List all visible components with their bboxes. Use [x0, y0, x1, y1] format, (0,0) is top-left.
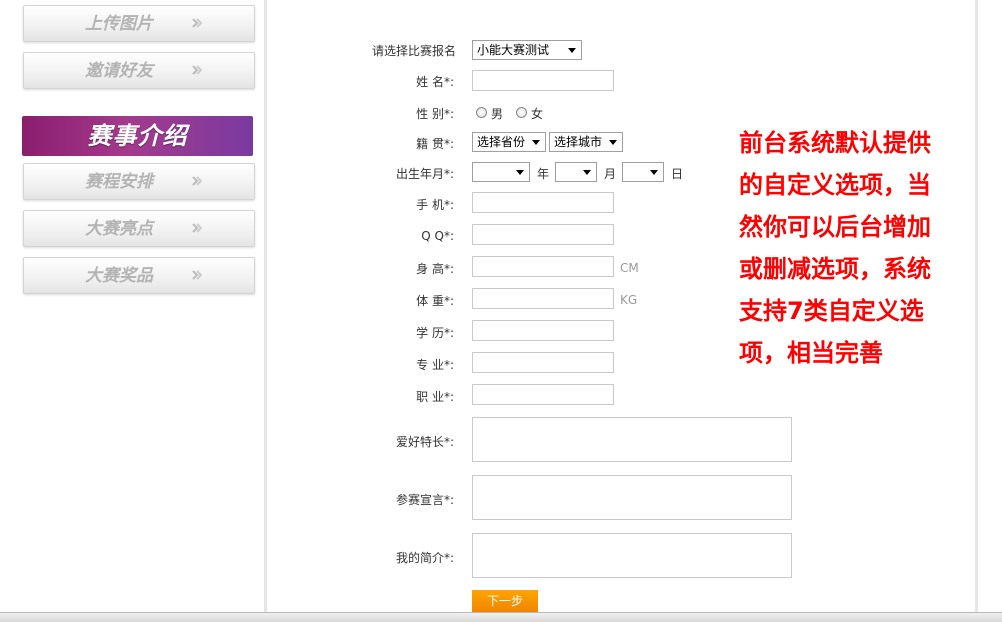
height-label: 身 高*: — [416, 262, 454, 276]
declaration-label: 参赛宣言*: — [395, 493, 454, 507]
education-input[interactable] — [472, 320, 614, 341]
schedule-button[interactable]: 赛程安排 — [23, 163, 255, 200]
hometown-label: 籍 贯*: — [416, 137, 454, 151]
next-step-button[interactable]: 下一步 — [472, 590, 538, 612]
highlights-button[interactable]: 大赛亮点 — [23, 210, 255, 247]
major-label: 专 业*: — [416, 358, 454, 372]
city-select-value: 选择城市 — [554, 135, 603, 149]
upload-photo-button[interactable]: 上传图片 — [23, 5, 255, 42]
schedule-label: 赛程安排 — [85, 172, 153, 191]
birth-label: 出生年月*: — [395, 167, 454, 181]
qq-label: Q Q*: — [421, 229, 454, 243]
gender-male-label: 男 — [491, 107, 504, 121]
prizes-button[interactable]: 大赛奖品 — [23, 257, 255, 294]
invite-friends-button[interactable]: 邀请好友 — [23, 52, 255, 89]
upload-photo-label: 上传图片 — [85, 14, 153, 33]
contest-select-value: 小能大赛测试 — [477, 43, 550, 57]
intro-textarea[interactable] — [472, 533, 792, 578]
right-divider — [975, 0, 978, 612]
contest-intro-title: 赛事介绍 — [87, 122, 188, 150]
birth-year-select[interactable] — [472, 162, 530, 182]
name-input[interactable] — [472, 70, 614, 91]
intro-label: 我的简介*: — [395, 551, 454, 565]
feature-annotation: 前台系统默认提供的自定义选项，当然你可以后台增加或删减选项，系统支持7类自定义选… — [739, 129, 931, 367]
year-text: 年 — [537, 167, 550, 181]
chevron-down-icon — [650, 170, 658, 175]
month-text: 月 — [604, 167, 617, 181]
contest-intro-banner: 赛事介绍 — [22, 116, 253, 156]
weight-unit: KG — [620, 293, 638, 307]
gender-male-radio[interactable] — [476, 107, 487, 118]
arrow-right-icon — [192, 65, 202, 75]
birth-month-select[interactable] — [555, 162, 597, 182]
birth-day-select[interactable] — [622, 162, 664, 182]
hobby-label: 爱好特长*: — [395, 435, 454, 449]
province-select[interactable]: 选择省份 — [472, 132, 546, 152]
prizes-label: 大赛奖品 — [85, 266, 153, 285]
arrow-right-icon — [192, 270, 202, 280]
job-input[interactable] — [472, 384, 614, 405]
arrow-right-icon — [192, 223, 202, 233]
chevron-down-icon — [532, 140, 540, 145]
day-text: 日 — [671, 167, 684, 181]
gender-label: 性 别*: — [416, 107, 454, 121]
height-unit: CM — [620, 261, 639, 275]
qq-input[interactable] — [472, 224, 614, 245]
chevron-down-icon — [568, 48, 576, 53]
height-input[interactable] — [472, 256, 614, 277]
highlights-label: 大赛亮点 — [85, 219, 153, 238]
sidebar: 上传图片 邀请好友 赛事介绍 赛程安排 大赛亮点 大赛奖品 — [0, 0, 266, 612]
gender-female-label: 女 — [531, 107, 544, 121]
hobby-textarea[interactable] — [472, 417, 792, 462]
gender-female-radio[interactable] — [516, 107, 527, 118]
name-label: 姓 名*: — [416, 75, 454, 89]
chevron-down-icon — [516, 170, 524, 175]
city-select[interactable]: 选择城市 — [549, 132, 623, 152]
contest-select[interactable]: 小能大赛测试 — [472, 40, 582, 60]
phone-input[interactable] — [472, 192, 614, 213]
left-divider — [264, 0, 267, 612]
phone-label: 手 机*: — [416, 198, 454, 212]
education-label: 学 历*: — [416, 326, 454, 340]
declaration-textarea[interactable] — [472, 475, 792, 520]
job-label: 职 业*: — [416, 390, 454, 404]
chevron-down-icon — [609, 140, 617, 145]
weight-input[interactable] — [472, 288, 614, 309]
arrow-right-icon — [192, 176, 202, 186]
province-select-value: 选择省份 — [477, 135, 526, 149]
invite-friends-label: 邀请好友 — [85, 61, 153, 80]
chevron-down-icon — [583, 170, 591, 175]
weight-label: 体 重*: — [416, 294, 454, 308]
contest-label: 请选择比赛报名 — [371, 44, 456, 58]
arrow-right-icon — [192, 18, 202, 28]
major-input[interactable] — [472, 352, 614, 373]
